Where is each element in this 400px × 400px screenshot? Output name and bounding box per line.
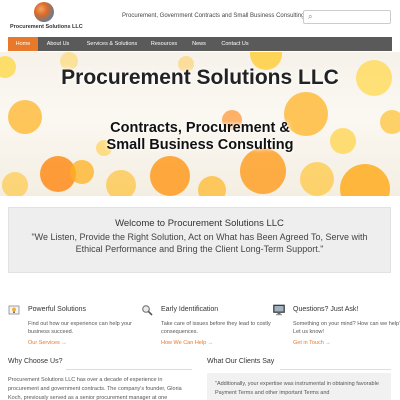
our-services-link[interactable]: Our Services → bbox=[28, 340, 67, 346]
feature-title: Early Identification bbox=[161, 306, 219, 313]
main-nav: Home About Us Services & Solutions Resou… bbox=[8, 37, 392, 51]
bokeh-circle bbox=[106, 170, 136, 196]
welcome-quote: "We Listen, Provide the Right Solution, … bbox=[31, 232, 368, 254]
magnifier-icon bbox=[141, 304, 153, 316]
feature-description: Something on your mind? How can we help?… bbox=[293, 321, 400, 335]
clients-say-title: What Our Clients Say bbox=[207, 358, 275, 365]
bokeh-circle bbox=[150, 156, 190, 196]
bokeh-circle bbox=[70, 160, 94, 184]
hero-subtitle: Contracts, Procurement & Small Business … bbox=[0, 120, 400, 154]
logo-text: Procurement Solutions LLC bbox=[10, 24, 83, 30]
search-icon: ⌕ bbox=[308, 12, 313, 21]
monitor-icon bbox=[273, 304, 285, 316]
hero-subtitle-line1: Contracts, Procurement & bbox=[110, 120, 290, 136]
section-divider bbox=[280, 369, 391, 370]
feature-description: Take care of issues before they lead to … bbox=[161, 321, 271, 335]
bokeh-circle bbox=[2, 172, 28, 196]
feature-description: Find out how our experience can help you… bbox=[28, 321, 132, 335]
why-choose-us-text: Procurement Solutions LLC has over a dec… bbox=[8, 377, 182, 400]
welcome-box: Welcome to Procurement Solutions LLC "We… bbox=[8, 207, 391, 273]
nav-resources[interactable]: Resources bbox=[144, 37, 184, 51]
nav-services-solutions[interactable]: Services & Solutions bbox=[80, 37, 144, 51]
bokeh-circle bbox=[198, 176, 226, 196]
nav-home[interactable]: Home bbox=[8, 37, 38, 51]
bokeh-circle bbox=[300, 162, 334, 196]
bokeh-circle bbox=[340, 164, 390, 196]
testimonial-text: "Additionally, your expertise was instru… bbox=[215, 381, 379, 396]
feature-questions: Questions? Just Ask! Something on your m… bbox=[273, 304, 400, 352]
nav-news[interactable]: News bbox=[184, 37, 214, 51]
nav-about-us[interactable]: About Us bbox=[40, 37, 76, 51]
hero-banner: Procurement Solutions LLC Contracts, Pro… bbox=[0, 52, 400, 196]
hero-subtitle-line2: Small Business Consulting bbox=[106, 137, 294, 153]
feature-title: Questions? Just Ask! bbox=[293, 306, 359, 313]
section-divider bbox=[66, 369, 192, 370]
nav-contact-us[interactable]: Contact Us bbox=[214, 37, 256, 51]
logo-globe-icon bbox=[34, 2, 54, 22]
feature-early-identification: Early Identification Take care of issues… bbox=[141, 304, 271, 352]
site-tagline: Procurement, Government Contracts and Sm… bbox=[122, 13, 305, 19]
search-input[interactable]: ⌕ bbox=[303, 10, 391, 24]
welcome-title: Welcome to Procurement Solutions LLC bbox=[115, 218, 284, 229]
lightbulb-icon bbox=[8, 304, 20, 316]
get-in-touch-link[interactable]: Get in Touch → bbox=[293, 340, 331, 346]
site-header: Procurement Solutions LLC Procurement, G… bbox=[0, 0, 400, 36]
how-we-can-help-link[interactable]: How We Can Help → bbox=[161, 340, 213, 346]
feature-title: Powerful Solutions bbox=[28, 306, 86, 313]
feature-powerful-solutions: Powerful Solutions Find out how our expe… bbox=[8, 304, 133, 352]
why-choose-us-title: Why Choose Us? bbox=[8, 358, 63, 365]
logo[interactable]: Procurement Solutions LLC bbox=[10, 2, 83, 34]
hero-title: Procurement Solutions LLC bbox=[61, 66, 339, 89]
bokeh-circle bbox=[240, 148, 286, 194]
client-testimonial: "Additionally, your expertise was instru… bbox=[207, 373, 391, 400]
